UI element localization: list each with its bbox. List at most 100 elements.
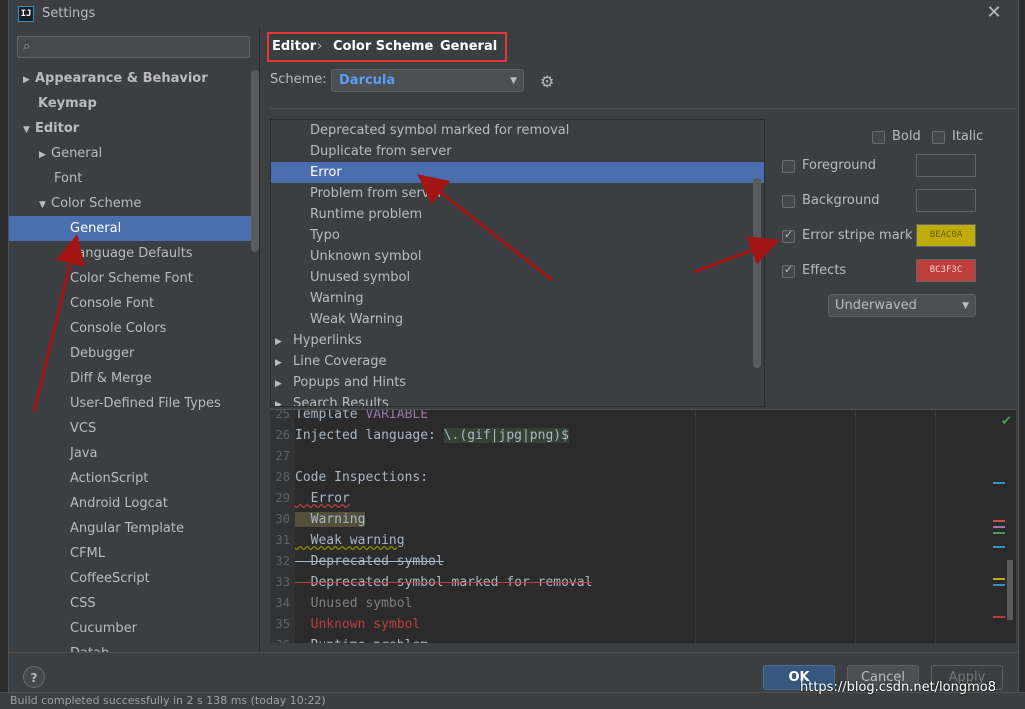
sidebar-scrollbar[interactable] <box>251 70 259 252</box>
attribute-item[interactable]: Unknown symbol <box>271 246 764 267</box>
attribute-item[interactable]: Error <box>271 162 764 183</box>
effects-color-swatch[interactable]: BC3F3C <box>916 259 976 282</box>
gear-icon[interactable]: ⚙ <box>540 72 554 91</box>
error-stripe-marker[interactable] <box>993 532 1005 534</box>
error-stripe-marker[interactable] <box>993 584 1005 586</box>
collapsed-arrow-icon[interactable]: ▶ <box>275 395 293 406</box>
background-color-swatch[interactable] <box>916 189 976 212</box>
no-problems-check-icon: ✔ <box>1001 414 1012 429</box>
error-stripe-marker[interactable] <box>993 616 1005 618</box>
attribute-item[interactable]: Warning <box>271 288 764 309</box>
line-number: 33 <box>275 575 290 589</box>
sidebar-divider <box>259 28 260 652</box>
sidebar-item[interactable]: CSS <box>9 591 259 616</box>
error-stripe-marker[interactable] <box>993 526 1005 528</box>
sidebar-item[interactable]: Debugger <box>9 341 259 366</box>
attribute-item-label: Unused symbol <box>310 270 411 285</box>
foreground-checkbox[interactable] <box>782 160 795 173</box>
attribute-group[interactable]: ▶ Hyperlinks <box>271 330 764 351</box>
foreground-color-swatch[interactable] <box>916 154 976 177</box>
sidebar-item[interactable]: ▶ General <box>9 141 259 166</box>
close-icon[interactable]: ✕ <box>984 3 1004 23</box>
error-stripe-color-swatch[interactable]: BEAC0A <box>916 224 976 247</box>
sidebar-item[interactable]: Language Defaults <box>9 241 259 266</box>
attribute-item[interactable]: Deprecated symbol marked for removal <box>271 120 764 141</box>
code-text: Error <box>295 488 350 509</box>
attribute-item[interactable]: Typo <box>271 225 764 246</box>
attribute-item[interactable]: Duplicate from server <box>271 141 764 162</box>
breadcrumb-item-general[interactable]: General <box>440 39 497 54</box>
sidebar-item[interactable]: General <box>9 216 259 241</box>
code-token: Code Inspections: <box>295 470 429 485</box>
sidebar-item[interactable]: VCS <box>9 416 259 441</box>
preview-scrollbar[interactable] <box>1007 560 1013 620</box>
collapsed-arrow-icon[interactable]: ▶ <box>275 374 293 395</box>
sidebar-item[interactable]: Cucumber <box>9 616 259 641</box>
right-margin-guide <box>855 410 856 643</box>
italic-checkbox[interactable] <box>932 131 945 144</box>
attribute-item[interactable]: Problem from server <box>271 183 764 204</box>
attribute-item[interactable]: Runtime problem <box>271 204 764 225</box>
attribute-item[interactable]: Unused symbol <box>271 267 764 288</box>
error-stripe-marker[interactable] <box>993 482 1005 484</box>
search-icon: ⌕ <box>23 39 31 54</box>
attribute-group[interactable]: ▶ Search Results <box>271 393 764 406</box>
sidebar-item-label: Keymap <box>38 96 97 111</box>
bold-checkbox[interactable] <box>872 131 885 144</box>
code-text: Code Inspections: <box>295 467 428 488</box>
sidebar-item-label: Diff & Merge <box>70 371 152 386</box>
collapsed-arrow-icon[interactable]: ▶ <box>275 332 293 353</box>
italic-label: Italic <box>952 129 984 144</box>
scheme-dropdown[interactable]: Darcula ▼ <box>331 69 524 92</box>
sidebar-item[interactable]: ActionScript <box>9 466 259 491</box>
sidebar-item[interactable]: Datab <box>9 641 259 652</box>
sidebar-item[interactable]: Angular Template <box>9 516 259 541</box>
settings-search-input[interactable]: ⌕ <box>17 36 250 58</box>
background-checkbox[interactable] <box>782 195 795 208</box>
collapsed-arrow-icon[interactable]: ▶ <box>275 353 293 374</box>
code-token: Weak warning <box>295 533 405 548</box>
preview-editor[interactable]: ✔ 25 Template VARIABLE 26 Injected language… <box>270 409 1016 643</box>
collapsed-arrow-icon[interactable]: ▶ <box>39 143 51 168</box>
error-stripe-marker[interactable] <box>993 520 1005 522</box>
sidebar-item[interactable]: User-Defined File Types <box>9 391 259 416</box>
attribute-list-scrollbar[interactable] <box>753 178 761 368</box>
sidebar-item[interactable]: Console Colors <box>9 316 259 341</box>
error-stripe-marker[interactable] <box>993 578 1005 580</box>
help-button[interactable]: ? <box>23 666 45 688</box>
attribute-item[interactable]: Weak Warning <box>271 309 764 330</box>
attribute-group[interactable]: ▶ Line Coverage <box>271 351 764 372</box>
effect-type-dropdown[interactable]: Underwaved ▼ <box>828 294 976 317</box>
sidebar-item[interactable]: Diff & Merge <box>9 366 259 391</box>
sidebar-item-label: User-Defined File Types <box>70 396 221 411</box>
breadcrumb-item-editor[interactable]: Editor <box>272 39 316 54</box>
sidebar-item[interactable]: ▶ Appearance & Behavior <box>9 66 259 91</box>
indent-guide <box>695 410 696 643</box>
error-stripe-marker[interactable] <box>993 546 1005 548</box>
code-token: Error <box>295 491 350 506</box>
sidebar-item[interactable]: Console Font <box>9 291 259 316</box>
error-stripe-checkbox[interactable] <box>782 228 795 243</box>
sidebar-item[interactable]: Java <box>9 441 259 466</box>
line-number: 35 <box>275 617 290 631</box>
sidebar-item[interactable]: Font <box>9 166 259 191</box>
sidebar-item-label: Color Scheme Font <box>70 271 193 286</box>
attribute-group[interactable]: ▶ Popups and Hints <box>271 372 764 393</box>
breadcrumb-item-color-scheme[interactable]: Color Scheme <box>333 39 433 54</box>
effects-label: Effects <box>802 263 847 278</box>
sidebar-item[interactable]: CFML <box>9 541 259 566</box>
sidebar-item-label: General <box>70 221 122 236</box>
expanded-arrow-icon[interactable]: ▼ <box>23 118 35 143</box>
collapsed-arrow-icon[interactable]: ▶ <box>23 68 35 93</box>
code-token: Deprecated symbol <box>295 554 444 569</box>
sidebar-item[interactable]: ▼ Editor <box>9 116 259 141</box>
sidebar-item[interactable]: CoffeeScript <box>9 566 259 591</box>
sidebar-item[interactable]: Keymap <box>9 91 259 116</box>
sidebar-item[interactable]: Android Logcat <box>9 491 259 516</box>
effects-checkbox[interactable] <box>782 263 795 278</box>
sidebar-item-label: VCS <box>70 421 97 436</box>
expanded-arrow-icon[interactable]: ▼ <box>39 193 51 218</box>
sidebar-item[interactable]: Color Scheme Font <box>9 266 259 291</box>
sidebar-item[interactable]: ▼ Color Scheme <box>9 191 259 216</box>
background-label: Background <box>802 193 880 208</box>
